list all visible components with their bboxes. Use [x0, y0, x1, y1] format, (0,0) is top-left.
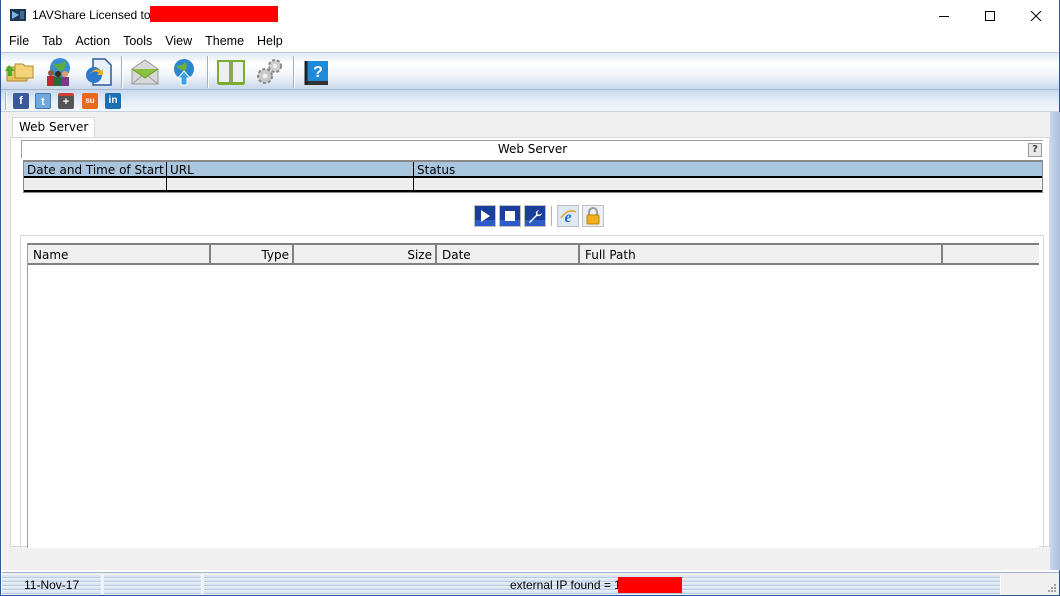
email-icon[interactable] [130, 57, 160, 87]
window-title: 1AVShare Licensed to S [32, 8, 162, 22]
stop-icon [500, 206, 520, 226]
internet-explorer-icon: e [558, 206, 578, 226]
redacted-ip [618, 577, 682, 593]
menu-theme[interactable]: Theme [205, 34, 244, 48]
app-logo-icon [10, 9, 26, 21]
server-settings-button[interactable] [524, 205, 546, 227]
maximize-button[interactable] [967, 0, 1013, 31]
web-server-title: Web Server [497, 142, 568, 156]
twitter-icon[interactable]: t [35, 93, 51, 109]
column-header-extra[interactable] [943, 245, 1039, 263]
globe-upload-icon[interactable] [169, 57, 199, 87]
app-window: 1AVShare Licensed to S File Tab Action T… [0, 0, 1060, 596]
book-icon[interactable] [216, 57, 246, 87]
menu-action[interactable]: Action [75, 34, 110, 48]
google-plus-icon[interactable]: + [58, 93, 74, 109]
stumbleupon-icon[interactable]: su [82, 93, 98, 109]
play-icon [475, 206, 495, 226]
toolbar-separator [121, 56, 123, 88]
server-table-header: Date and Time of Start URL Status [24, 162, 1042, 178]
column-header-size[interactable]: Size [294, 245, 437, 263]
toolbar-separator [293, 56, 295, 88]
controls-separator [551, 206, 552, 226]
linkedin-icon[interactable]: in [105, 93, 121, 109]
start-server-button[interactable] [474, 205, 496, 227]
column-header-type[interactable]: Type [211, 245, 294, 263]
menu-tab[interactable]: Tab [42, 34, 62, 48]
files-list[interactable]: Name Type Size Date Full Path [27, 243, 1039, 548]
web-server-header: Web Server ? [21, 140, 1043, 158]
stop-server-button[interactable] [499, 205, 521, 227]
toolbar-separator [5, 92, 7, 110]
column-header-status[interactable]: Status [414, 162, 1042, 176]
status-middle [104, 575, 202, 595]
toolbar-separator [207, 56, 209, 88]
title-bar[interactable]: 1AVShare Licensed to S [1, 0, 1059, 31]
menu-bar: File Tab Action Tools View Theme Help [1, 31, 1059, 51]
lock-icon [583, 206, 603, 226]
cell-url [167, 178, 414, 190]
status-bar: 11-Nov-17 external IP found = 1 [2, 572, 1059, 595]
menu-view[interactable]: View [165, 34, 192, 48]
column-header-full-path[interactable]: Full Path [580, 245, 943, 263]
window-edge [1050, 112, 1060, 570]
gears-icon[interactable] [254, 57, 284, 87]
open-browser-button[interactable]: e [557, 205, 579, 227]
facebook-icon[interactable]: f [13, 93, 29, 109]
menu-help[interactable]: Help [257, 34, 283, 48]
users-globe-icon[interactable] [43, 57, 73, 87]
cell-status [414, 178, 1042, 190]
menu-tools[interactable]: Tools [123, 34, 152, 48]
files-list-header: Name Type Size Date Full Path [28, 245, 1039, 265]
column-header-name[interactable]: Name [28, 245, 211, 263]
files-frame: Name Type Size Date Full Path [20, 235, 1044, 548]
column-header-date[interactable]: Date [437, 245, 580, 263]
cell-date-time [24, 178, 167, 190]
server-table: Date and Time of Start URL Status [23, 160, 1043, 193]
main-area: Web Server Web Server ? Date and Time of… [2, 112, 1050, 594]
status-date: 11-Nov-17 [2, 575, 102, 595]
tab-web-server[interactable]: Web Server [12, 117, 96, 138]
security-lock-button[interactable] [582, 205, 604, 227]
table-row[interactable] [24, 178, 1042, 192]
status-message: external IP found = 1 [204, 575, 1001, 595]
svg-text:?: ? [313, 64, 323, 81]
main-toolbar: ? [1, 52, 1059, 90]
maximize-icon [985, 10, 995, 21]
open-folders-icon[interactable] [5, 57, 35, 87]
document-share-icon[interactable] [83, 57, 113, 87]
wrench-icon [525, 206, 545, 226]
close-button[interactable] [1013, 0, 1059, 31]
close-icon [1031, 10, 1041, 21]
help-button[interactable]: ? [1028, 143, 1042, 157]
help-book-icon[interactable]: ? [302, 57, 332, 87]
minimize-icon [939, 15, 949, 17]
resize-grip-icon[interactable] [1047, 583, 1057, 593]
menu-file[interactable]: File [9, 34, 29, 48]
social-toolbar: f t + su in [1, 90, 1059, 112]
minimize-button[interactable] [921, 0, 967, 31]
column-header-url[interactable]: URL [167, 162, 414, 176]
column-header-date-time[interactable]: Date and Time of Start [24, 162, 167, 176]
server-controls: e [474, 205, 607, 227]
redacted-license-name [150, 6, 278, 22]
web-server-panel: Web Server ? Date and Time of Start URL … [10, 137, 1050, 594]
